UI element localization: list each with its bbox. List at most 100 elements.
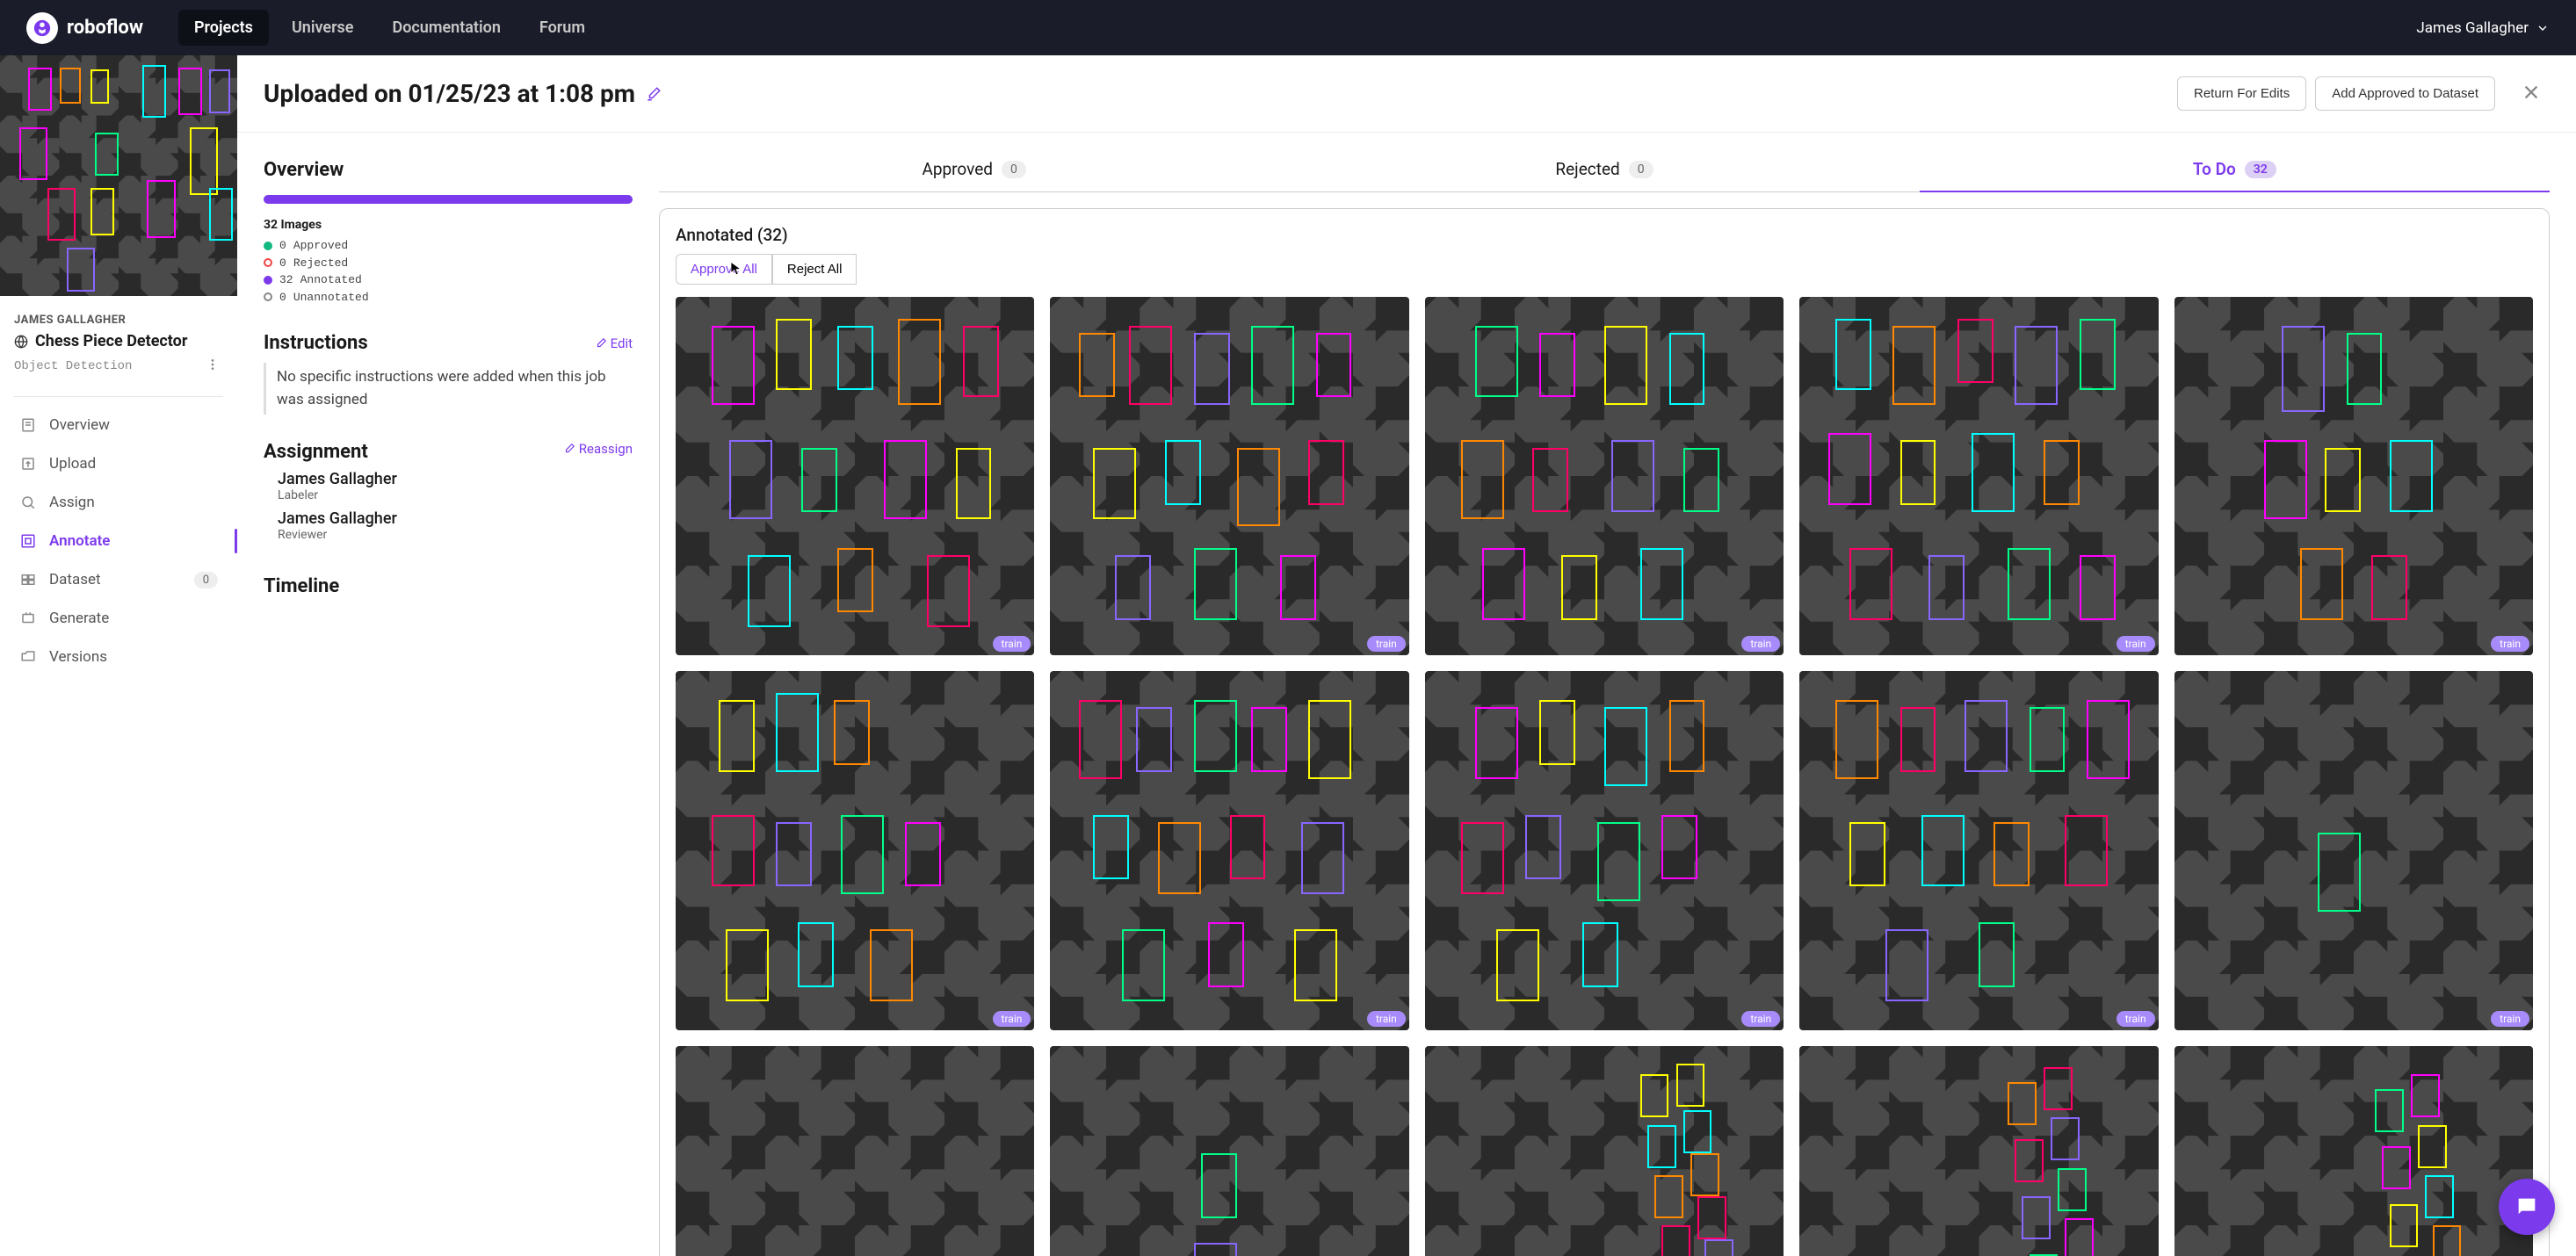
dataset-count-badge: 0 — [194, 572, 218, 588]
project-info: JAMES GALLAGHER Chess Piece Detector Obj… — [0, 296, 237, 387]
left-column: Overview 32 Images 0 Approved 0 Rejected… — [264, 159, 633, 1256]
thumb-tag: train — [993, 636, 1031, 652]
thumbnail[interactable]: train — [2174, 671, 2533, 1029]
thumb-tag: train — [1741, 1011, 1780, 1027]
stat-unannotated: 0 Unannotated — [264, 289, 633, 307]
edit-instructions-button[interactable]: Edit — [595, 336, 633, 351]
edit-title-icon[interactable] — [646, 79, 662, 108]
sidebar-item-label: Generate — [49, 610, 109, 627]
sidebar-item-generate[interactable]: Generate — [7, 599, 230, 638]
dot-approved-icon — [264, 242, 272, 250]
sidebar-item-upload[interactable]: Upload — [7, 444, 230, 483]
sidebar-item-assign[interactable]: Assign — [7, 483, 230, 522]
owner-name: JAMES GALLAGHER — [14, 314, 223, 327]
chat-fab[interactable] — [2499, 1179, 2555, 1235]
thumb-tag: train — [1741, 636, 1780, 652]
project-preview-image[interactable] — [0, 55, 237, 296]
project-type-row: Object Detection — [14, 354, 223, 379]
overview-title: Overview — [264, 159, 633, 181]
nav-link-universe[interactable]: Universe — [276, 10, 370, 46]
dot-rejected-icon — [264, 258, 272, 267]
sidebar-item-overview[interactable]: Overview — [7, 406, 230, 444]
annotated-panel: Annotated (32) Approve All Reject All tr… — [659, 208, 2550, 1256]
thumbnail[interactable]: train — [676, 671, 1034, 1029]
assignment-block: Assignment James Gallagher Labeler James… — [264, 441, 633, 549]
thumbnail[interactable]: train — [1050, 1046, 1408, 1256]
thumbnail[interactable]: train — [1425, 297, 1784, 655]
nav-link-documentation[interactable]: Documentation — [377, 10, 517, 46]
thumbnail[interactable]: train — [1799, 1046, 2158, 1256]
thumbnail[interactable]: train — [1799, 297, 2158, 655]
sidebar-item-label: Versions — [49, 648, 107, 666]
sidebar-item-label: Annotate — [49, 532, 110, 550]
project-name-row: Chess Piece Detector — [14, 332, 223, 350]
thumbnail[interactable]: train — [1050, 297, 1408, 655]
thumbnail[interactable]: train — [2174, 297, 2533, 655]
dataset-icon — [19, 571, 37, 588]
tab-approved[interactable]: Approved 0 — [659, 159, 1289, 191]
main: JAMES GALLAGHER Chess Piece Detector Obj… — [0, 55, 2576, 1256]
close-icon[interactable] — [2522, 83, 2541, 105]
thumbnail[interactable]: train — [2174, 1046, 2533, 1256]
tab-rejected[interactable]: Rejected 0 — [1289, 159, 1919, 191]
active-indicator — [235, 529, 237, 553]
project-type: Object Detection — [14, 359, 132, 373]
side-nav: Overview Upload Assign Annotate Dataset … — [0, 406, 237, 676]
user-name: James Gallagher — [2416, 19, 2529, 37]
thumb-tag: train — [2491, 636, 2529, 652]
tab-todo[interactable]: To Do 32 — [1920, 159, 2550, 191]
annotate-icon — [19, 532, 37, 550]
thumbnail[interactable]: train — [1425, 1046, 1784, 1256]
pencil-icon — [595, 337, 607, 350]
chat-icon — [2514, 1195, 2539, 1219]
more-icon[interactable] — [202, 354, 223, 379]
assignment-title: Assignment — [264, 441, 397, 463]
thumb-tag: train — [1367, 1011, 1406, 1027]
user-menu[interactable]: James Gallagher — [2416, 19, 2550, 37]
sidebar-item-versions[interactable]: Versions — [7, 638, 230, 676]
logo-icon — [26, 12, 58, 44]
sidebar-item-label: Dataset — [49, 571, 101, 588]
globe-icon — [14, 335, 28, 349]
instructions-text: No specific instructions were added when… — [264, 363, 633, 415]
logo[interactable]: roboflow — [26, 12, 143, 44]
content: Uploaded on 01/25/23 at 1:08 pm Return F… — [237, 55, 2576, 1256]
sidebar: JAMES GALLAGHER Chess Piece Detector Obj… — [0, 55, 237, 1256]
dot-unannotated-icon — [264, 292, 272, 301]
approve-all-button[interactable]: Approve All — [676, 254, 772, 285]
stat-annotated: 32 Annotated — [264, 271, 633, 289]
nav-link-projects[interactable]: Projects — [178, 10, 269, 46]
return-for-edits-button[interactable]: Return For Edits — [2177, 76, 2306, 111]
progress-bar — [264, 195, 633, 204]
doc-icon — [19, 416, 37, 434]
thumbnail[interactable]: train — [676, 297, 1034, 655]
sidebar-item-annotate[interactable]: Annotate — [7, 522, 230, 560]
thumb-tag: train — [1367, 636, 1406, 652]
labeler-role: Labeler — [278, 488, 397, 502]
brand-text: roboflow — [67, 17, 143, 39]
instructions-title: Instructions — [264, 332, 368, 354]
thumbnail[interactable]: train — [1799, 671, 2158, 1029]
reject-all-button[interactable]: Reject All — [772, 254, 857, 285]
sidebar-item-dataset[interactable]: Dataset 0 — [7, 560, 230, 599]
thumb-tag: train — [2117, 636, 2155, 652]
thumbnail[interactable]: train — [676, 1046, 1034, 1256]
reviewer-role: Reviewer — [278, 528, 397, 542]
generate-icon — [19, 610, 37, 627]
reassign-button[interactable]: Reassign — [563, 441, 633, 457]
reviewer-name: James Gallagher — [278, 509, 397, 528]
labeler-name: James Gallagher — [278, 470, 397, 488]
add-approved-button[interactable]: Add Approved to Dataset — [2315, 76, 2495, 111]
stat-approved: 0 Approved — [264, 237, 633, 255]
instructions-header: Instructions Edit — [264, 332, 633, 354]
project-name: Chess Piece Detector — [35, 332, 187, 350]
content-body: Overview 32 Images 0 Approved 0 Rejected… — [237, 133, 2576, 1256]
thumb-tag: train — [2117, 1011, 2155, 1027]
nav-link-forum[interactable]: Forum — [524, 10, 601, 46]
thumbnail[interactable]: train — [1425, 671, 1784, 1029]
header-actions: Return For Edits Add Approved to Dataset — [2177, 76, 2541, 111]
chevron-down-icon — [2536, 21, 2550, 35]
sidebar-item-label: Assign — [49, 494, 95, 511]
thumbnail[interactable]: train — [1050, 671, 1408, 1029]
sidebar-item-label: Overview — [49, 416, 110, 434]
